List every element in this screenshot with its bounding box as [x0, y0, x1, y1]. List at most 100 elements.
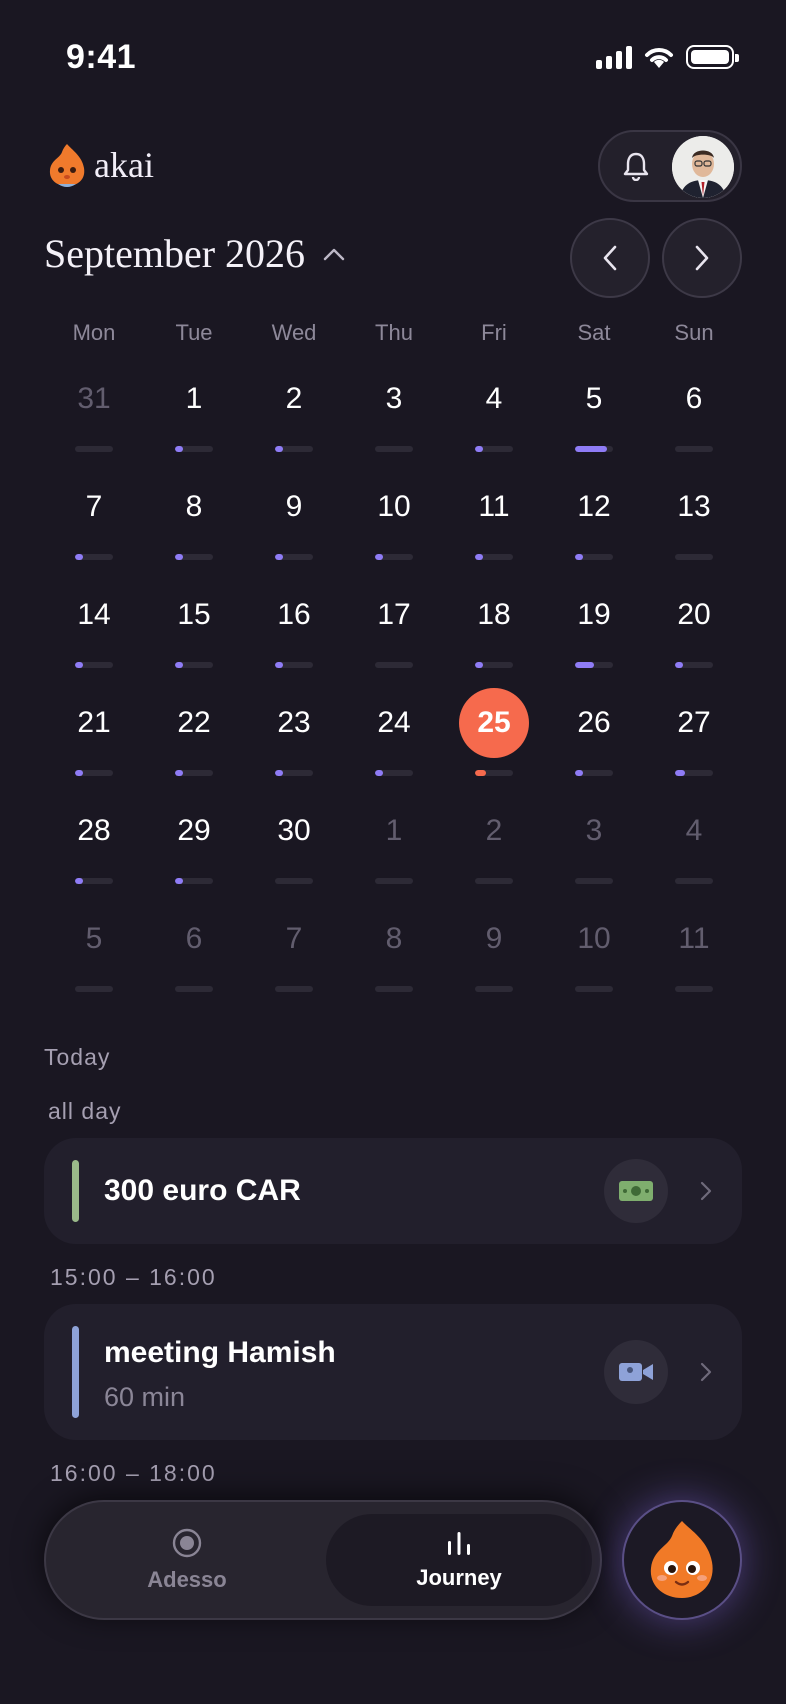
- day-number: 19: [577, 598, 611, 631]
- weekday-label: Tue: [175, 320, 213, 345]
- day-number: 30: [277, 814, 311, 847]
- day-activity-track: [375, 446, 413, 452]
- tab-journey[interactable]: Journey: [326, 1514, 592, 1606]
- day-activity-bar: [375, 554, 383, 560]
- assistant-mascot-button[interactable]: [622, 1500, 742, 1620]
- day-activity-track: [575, 662, 613, 668]
- day-activity-track: [175, 662, 213, 668]
- day-number: 18: [477, 598, 511, 631]
- calendar-day[interactable]: 11: [644, 920, 744, 1028]
- day-number: 22: [177, 706, 211, 739]
- event-duration: 60 min: [104, 1382, 186, 1412]
- calendar-day[interactable]: 8: [344, 920, 444, 1028]
- day-number: 20: [677, 598, 711, 631]
- day-activity-bar: [275, 446, 283, 452]
- day-activity-bar: [575, 446, 608, 452]
- day-activity-track: [675, 554, 713, 560]
- event-card-meeting[interactable]: meeting Hamish 60 min: [44, 1304, 742, 1440]
- screen: 9:41 akai September 2026 Mon Tue Wed Thu…: [0, 0, 786, 1704]
- day-number: 17: [377, 598, 411, 631]
- calendar-day[interactable]: 9: [444, 920, 544, 1028]
- event-color-stripe: [72, 1160, 79, 1222]
- calendar-day[interactable]: 6: [144, 920, 244, 1028]
- calendar-grid: 31 1 2 3 4 5 6 7 8 9 10 11 12 13 14 15 16 17 18 19 20 21 22 23 2…: [44, 380, 744, 1028]
- day-activity-bar: [475, 770, 487, 776]
- status-icons: [596, 44, 739, 70]
- chevron-right-icon: [695, 245, 709, 271]
- day-activity-bar: [75, 554, 83, 560]
- bar-chart-icon: [448, 1532, 470, 1555]
- day-activity-bar: [675, 770, 685, 776]
- day-activity-bar: [375, 770, 383, 776]
- day-number: 8: [185, 490, 203, 523]
- day-activity-track: [675, 986, 713, 992]
- day-activity-track: [575, 554, 613, 560]
- day-activity-bar: [175, 446, 183, 452]
- calendar-day[interactable]: 7: [244, 920, 344, 1028]
- weekday-label: Sat: [577, 320, 611, 345]
- day-number: 13: [677, 490, 711, 523]
- calendar-day[interactable]: 5: [44, 920, 144, 1028]
- day-number: 9: [285, 490, 303, 523]
- day-activity-track: [575, 878, 613, 884]
- calendar-day[interactable]: 10: [544, 920, 644, 1028]
- day-number: 29: [177, 814, 211, 847]
- day-activity-track: [475, 986, 513, 992]
- tab-adesso[interactable]: Adesso: [60, 1514, 314, 1606]
- day-activity-track: [175, 554, 213, 560]
- akai-mascot-icon: [650, 1521, 713, 1598]
- day-activity-bar: [75, 770, 83, 776]
- chevron-up-icon: [323, 248, 345, 260]
- day-number: 1: [185, 382, 203, 415]
- day-number: 28: [77, 814, 111, 847]
- day-number: 21: [77, 706, 111, 739]
- event-time-label: 16:00 – 18:00: [50, 1460, 217, 1486]
- previous-month-button[interactable]: [570, 218, 650, 298]
- day-number: 9: [485, 922, 503, 955]
- day-activity-track: [675, 446, 713, 452]
- day-activity-track: [75, 662, 113, 668]
- weekday-label: Thu: [375, 320, 413, 345]
- day-activity-track: [375, 554, 413, 560]
- tab-label: Adesso: [147, 1567, 227, 1592]
- day-activity-track: [475, 554, 513, 560]
- day-activity-bar: [575, 770, 583, 776]
- next-month-button[interactable]: [662, 218, 742, 298]
- day-activity-bar: [475, 662, 483, 668]
- all-day-label: all day: [48, 1098, 122, 1124]
- day-activity-track: [275, 446, 313, 452]
- avatar[interactable]: [672, 136, 734, 198]
- day-activity-track: [175, 878, 213, 884]
- day-activity-bar: [575, 554, 583, 560]
- event-time-label: 15:00 – 16:00: [50, 1264, 217, 1290]
- day-activity-bar: [675, 662, 683, 668]
- target-icon: [172, 1528, 202, 1558]
- brand-name: akai: [94, 145, 154, 185]
- day-activity-track: [475, 662, 513, 668]
- wifi-icon: [645, 48, 673, 68]
- day-activity-track: [275, 662, 313, 668]
- weekday-label: Sun: [674, 320, 714, 345]
- bell-icon[interactable]: [622, 151, 650, 181]
- event-card-car[interactable]: 300 euro CAR: [44, 1138, 742, 1244]
- day-activity-track: [175, 986, 213, 992]
- day-number: 8: [385, 922, 403, 955]
- event-color-stripe: [72, 1326, 79, 1418]
- day-number: 15: [177, 598, 211, 631]
- day-activity-bar: [75, 878, 83, 884]
- day-number: 23: [277, 706, 311, 739]
- day-activity-track: [475, 446, 513, 452]
- day-number: 16: [277, 598, 311, 631]
- day-activity-track: [675, 770, 713, 776]
- day-activity-track: [175, 770, 213, 776]
- day-activity-bar: [275, 770, 283, 776]
- weekday-header: Mon Tue Wed Thu Fri Sat Sun: [44, 320, 744, 346]
- day-activity-bar: [275, 554, 283, 560]
- day-number: 7: [285, 922, 303, 955]
- day-number: 6: [185, 922, 203, 955]
- month-selector[interactable]: September 2026: [44, 230, 345, 277]
- weekday-label: Fri: [481, 320, 507, 345]
- weekday-label: Wed: [271, 320, 317, 345]
- day-number: 24: [377, 706, 411, 739]
- day-number: 2: [285, 382, 303, 415]
